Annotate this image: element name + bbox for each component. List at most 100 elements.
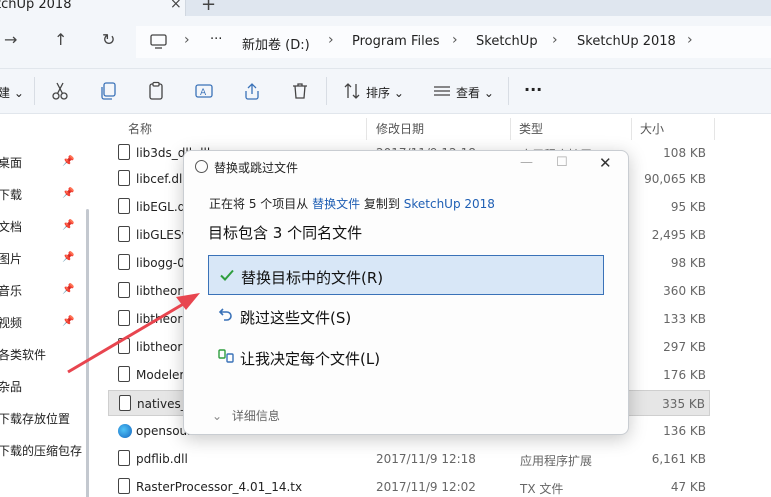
more-details-toggle[interactable]: ⌄ 详细信息: [212, 407, 280, 424]
view-button[interactable]: 查看 ⌄: [456, 84, 494, 101]
sidebar-item-documents[interactable]: 文档: [0, 218, 22, 235]
sort-icon[interactable]: [342, 81, 362, 101]
pin-icon: 📌: [62, 252, 75, 263]
column-header-date[interactable]: 修改日期: [376, 120, 424, 137]
file-name: RasterProcessor_4.01_14.tx: [136, 480, 303, 494]
refresh-icon[interactable]: ↻: [102, 30, 115, 49]
pin-icon: 📌: [62, 316, 75, 327]
column-header-name[interactable]: 名称: [128, 120, 152, 137]
address-bar[interactable]: › ··· 新加卷 (D:) › Program Files › SketchU…: [136, 26, 771, 58]
replace-files-label: 替换目标中的文件(R): [241, 269, 384, 287]
column-divider[interactable]: [510, 118, 511, 140]
toolbar-divider: [508, 77, 509, 105]
breadcrumb-program-files[interactable]: Program Files: [352, 34, 440, 49]
table-row[interactable]: pdflib.dll 2017/11/9 12:18 应用程序扩展 6,161 …: [108, 446, 710, 472]
file-icon: [118, 226, 130, 242]
sidebar-item-pictures[interactable]: 图片: [0, 250, 22, 267]
close-button[interactable]: ✕: [599, 154, 612, 172]
up-icon[interactable]: ↑: [54, 30, 67, 49]
undo-arrow-icon: [218, 308, 232, 321]
sidebar-item-downloads[interactable]: 下载: [0, 186, 22, 203]
sidebar-item-misc[interactable]: 杂品: [0, 378, 22, 395]
file-size: 47 KB: [670, 480, 706, 494]
sort-button[interactable]: 排序 ⌄: [366, 84, 404, 101]
sidebar-item-desktop[interactable]: 桌面: [0, 154, 22, 171]
toolbar-divider: [34, 77, 35, 105]
chevron-right-icon: ›: [687, 32, 693, 48]
file-icon: [118, 170, 130, 186]
sidebar-scrollbar[interactable]: [86, 209, 89, 497]
view-icon[interactable]: [432, 81, 452, 101]
file-size: 335 KB: [662, 397, 705, 411]
chevron-right-icon: ›: [328, 32, 334, 48]
file-icon: [119, 395, 131, 411]
more-options-button[interactable]: ···: [524, 80, 542, 99]
pin-icon: 📌: [62, 284, 75, 295]
skip-files-label: 跳过这些文件(S): [240, 309, 352, 327]
file-icon: [118, 366, 130, 382]
copy-status-text: 正在将 5 个项目从 替换文件 复制到 SketchUp 2018: [209, 195, 495, 212]
file-name: pdflib.dll: [136, 452, 188, 466]
paste-icon[interactable]: [146, 81, 166, 101]
file-size: 2,495 KB: [651, 228, 706, 242]
file-type: TX 文件: [520, 482, 564, 496]
copy-icon[interactable]: [98, 81, 118, 101]
column-divider[interactable]: [714, 118, 715, 140]
file-size: 90,065 KB: [644, 172, 706, 186]
sidebar-item-software[interactable]: 各类软件: [0, 346, 46, 363]
forward-icon[interactable]: →: [4, 30, 17, 49]
edge-icon: [118, 424, 132, 438]
decide-each-label: 让我决定每个文件(L): [240, 350, 381, 368]
column-divider[interactable]: [366, 118, 367, 140]
cut-icon[interactable]: [50, 81, 70, 101]
file-icon: [118, 338, 130, 354]
new-tab-button[interactable]: +: [201, 0, 216, 15]
column-header-size[interactable]: 大小: [640, 120, 664, 137]
file-size: 133 KB: [663, 312, 706, 326]
more-details-label: 详细信息: [231, 409, 280, 423]
sidebar-item-download-location[interactable]: 下载存放位置: [0, 410, 70, 427]
sidebar-item-music[interactable]: 音乐: [0, 282, 22, 299]
pin-icon: 📌: [62, 156, 75, 167]
tab-sketchup-2018[interactable]: tchUp 2018 ×: [0, 0, 186, 16]
file-icon: [118, 198, 130, 214]
file-size: 95 KB: [670, 200, 706, 214]
table-row[interactable]: RasterProcessor_4.01_14.tx 2017/11/9 12:…: [108, 474, 710, 497]
command-bar: 建 ⌄ A 排序 ⌄ 查看 ⌄ ···: [0, 68, 771, 114]
pin-icon: 📌: [62, 188, 75, 199]
file-icon: [118, 254, 130, 270]
file-size: 98 KB: [670, 256, 706, 270]
file-icon: [118, 450, 130, 466]
rename-icon[interactable]: A: [194, 81, 214, 101]
file-name: libcef.dll: [136, 172, 186, 186]
tab-close-button[interactable]: ×: [170, 0, 182, 12]
breadcrumb-sketchup[interactable]: SketchUp: [476, 34, 538, 49]
delete-icon[interactable]: [290, 81, 310, 101]
sidebar-item-videos[interactable]: 视频: [0, 314, 22, 331]
share-icon[interactable]: [242, 81, 262, 101]
minimize-button[interactable]: —: [520, 155, 533, 170]
sidebar-item-zip-downloads[interactable]: 下载的压缩包存: [0, 442, 82, 459]
decide-each-option[interactable]: 让我决定每个文件(L): [208, 337, 604, 377]
file-date: 2017/11/9 12:18: [376, 452, 476, 466]
breadcrumb-drive[interactable]: 新加卷 (D:): [242, 34, 310, 53]
file-size: 360 KB: [663, 284, 706, 298]
navigation-pane: 桌面 📌 下载 📌 文档 📌 图片 📌 音乐 📌 视频 📌 各类软件 杂品 下载…: [0, 114, 90, 497]
address-row: → ↑ ↻ › ··· 新加卷 (D:) › Program Files › S…: [0, 16, 771, 68]
new-button[interactable]: 建 ⌄: [0, 84, 24, 101]
toolbar-divider: [326, 77, 327, 105]
source-folder-link[interactable]: 替换文件: [312, 197, 360, 211]
file-icon: [118, 282, 130, 298]
replace-files-option[interactable]: 替换目标中的文件(R): [208, 255, 604, 295]
maximize-button[interactable]: ☐: [556, 155, 568, 170]
pin-icon: 📌: [62, 220, 75, 231]
column-divider[interactable]: [631, 118, 632, 140]
breadcrumb-more[interactable]: ···: [210, 32, 222, 47]
skip-files-option[interactable]: 跳过这些文件(S): [208, 296, 604, 336]
svg-text:A: A: [200, 88, 207, 98]
breadcrumb-sketchup-2018[interactable]: SketchUp 2018: [577, 34, 676, 49]
column-header-type[interactable]: 类型: [519, 120, 543, 137]
destination-folder-link[interactable]: SketchUp 2018: [404, 197, 495, 211]
replace-or-skip-dialog: 替换或跳过文件 — ☐ ✕ 正在将 5 个项目从 替换文件 复制到 Sketch…: [183, 150, 629, 435]
checkmark-icon: [220, 269, 234, 281]
